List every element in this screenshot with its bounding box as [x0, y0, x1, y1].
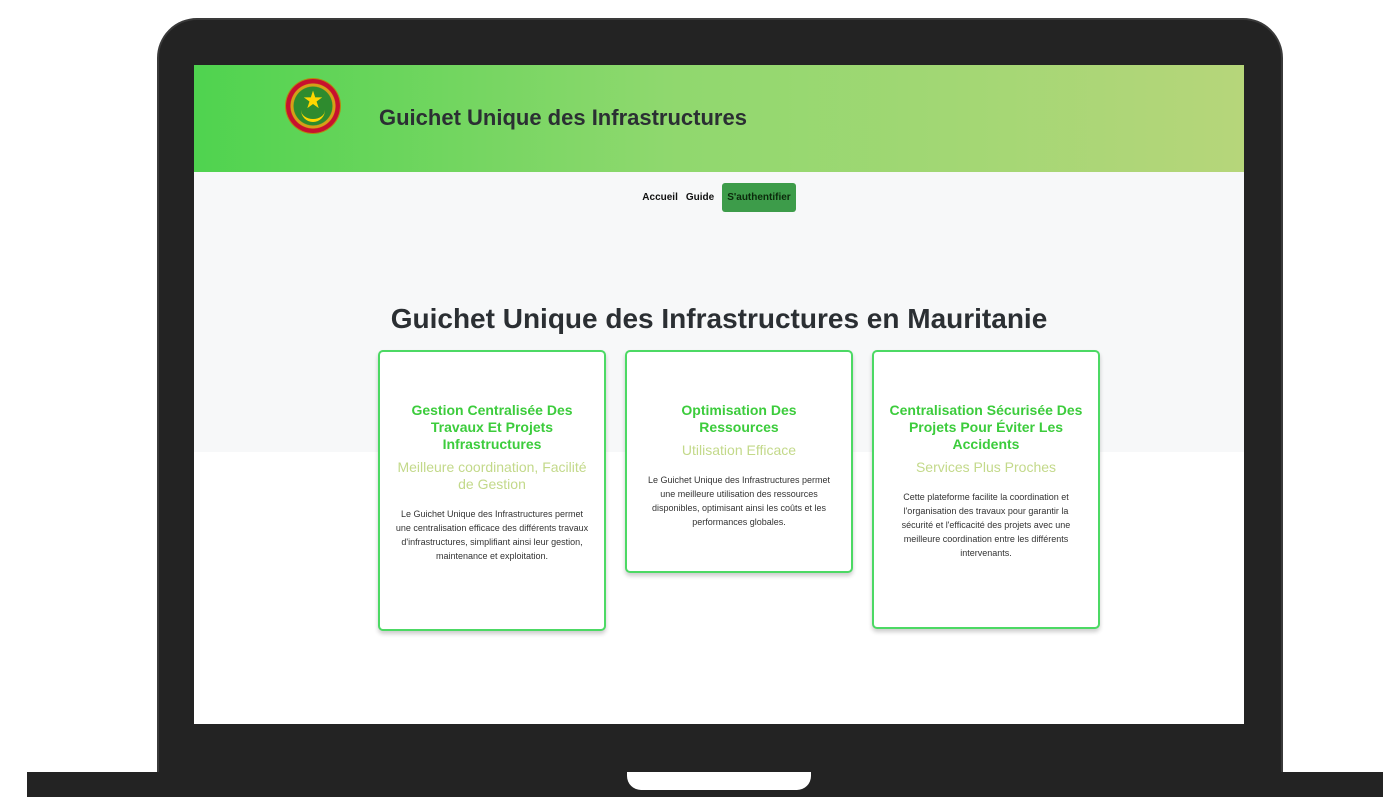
nav-item-accueil[interactable]: Accueil [642, 187, 678, 208]
card-title: Centralisation Sécurisée Des Projets Pou… [889, 402, 1083, 452]
card-title: Gestion Centralisée Des Travaux Et Proje… [411, 402, 573, 452]
site-header: ★ Guichet Unique des Infrastructures [194, 65, 1244, 172]
feature-card-gestion: Gestion Centralisée Des Travaux Et Proje… [378, 350, 606, 631]
page-title: Guichet Unique des Infrastructures en Ma… [390, 303, 1048, 334]
feature-card-securite: Centralisation Sécurisée Des Projets Pou… [872, 350, 1100, 629]
nav-item-guide[interactable]: Guide [686, 187, 714, 208]
laptop-notch [627, 772, 811, 790]
card-description: Cette plateforme facilite la coordinatio… [901, 492, 1071, 558]
browser-screen: ★ Guichet Unique des Infrastructures Acc… [194, 65, 1244, 724]
card-subtitle: Services Plus Proches [915, 459, 1057, 475]
main-nav: Accueil Guide S'authentifier [194, 183, 1244, 212]
login-button[interactable]: S'authentifier [722, 183, 796, 212]
feature-card-optimisation: Optimisation Des Ressources Utilisation … [625, 350, 853, 573]
card-subtitle: Meilleure coordination, Facilité de Gest… [397, 459, 587, 492]
mauritania-emblem-icon[interactable]: ★ [286, 79, 340, 133]
card-description: Le Guichet Unique des Infrastructures pe… [395, 509, 589, 561]
crescent-icon [301, 107, 325, 122]
card-subtitle: Utilisation Efficace [681, 442, 797, 458]
site-title[interactable]: Guichet Unique des Infrastructures [379, 105, 747, 131]
card-title: Optimisation Des Ressources [681, 402, 797, 435]
card-description: Le Guichet Unique des Infrastructures pe… [647, 475, 831, 527]
